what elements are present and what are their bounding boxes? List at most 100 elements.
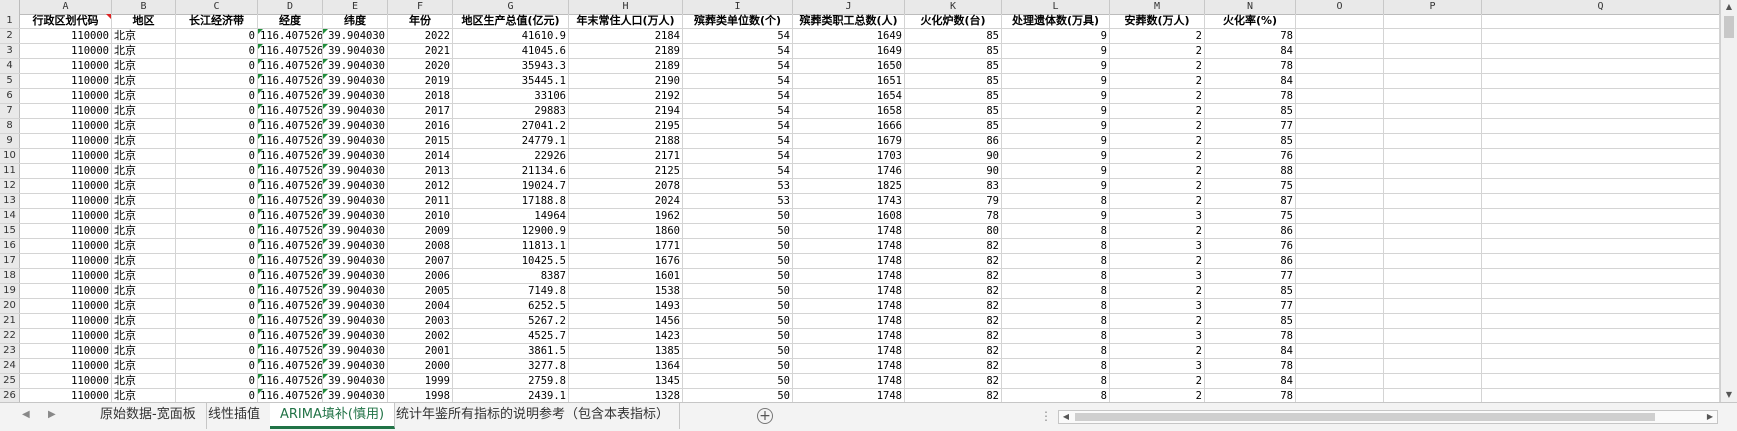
row-number[interactable]: 25 (0, 374, 20, 388)
data-cell[interactable]: 2194 (569, 104, 683, 118)
row-number[interactable]: 5 (0, 74, 20, 88)
data-cell[interactable]: 2171 (569, 149, 683, 163)
data-cell[interactable]: 85 (1205, 104, 1296, 118)
data-cell[interactable]: 110000 (20, 149, 112, 163)
empty-cell[interactable] (1482, 254, 1720, 268)
column-title-cell[interactable]: 殡葬类单位数(个) (683, 14, 793, 28)
data-cell[interactable]: 1999 (388, 374, 453, 388)
data-cell[interactable]: 北京 (112, 284, 176, 298)
column-title-cell[interactable]: 纬度 (323, 14, 388, 28)
data-cell[interactable]: 1666 (793, 119, 905, 133)
data-cell[interactable]: 82 (905, 314, 1002, 328)
data-cell[interactable]: 8 (1002, 389, 1110, 402)
data-cell[interactable]: 1860 (569, 224, 683, 238)
data-cell[interactable]: 2 (1110, 134, 1205, 148)
data-cell[interactable]: 85 (905, 74, 1002, 88)
data-cell[interactable]: 2 (1110, 314, 1205, 328)
empty-cell[interactable] (1482, 239, 1720, 253)
row-number[interactable]: 18 (0, 269, 20, 283)
column-header[interactable]: C (176, 0, 258, 14)
data-cell[interactable]: 41610.9 (453, 29, 569, 43)
data-cell[interactable]: 110000 (20, 164, 112, 178)
data-cell[interactable]: 50 (683, 224, 793, 238)
empty-cell[interactable] (1296, 314, 1384, 328)
data-cell[interactable]: 110000 (20, 104, 112, 118)
empty-cell[interactable] (1482, 389, 1720, 402)
chevron-left-icon[interactable]: ◀ (22, 409, 30, 420)
data-cell[interactable]: 1748 (793, 329, 905, 343)
data-cell[interactable]: 39.904030 (323, 359, 388, 373)
data-cell[interactable]: 110000 (20, 224, 112, 238)
data-cell[interactable]: 27041.2 (453, 119, 569, 133)
data-cell[interactable]: 50 (683, 254, 793, 268)
empty-cell[interactable] (1296, 389, 1384, 402)
data-cell[interactable]: 8 (1002, 284, 1110, 298)
data-cell[interactable]: 0 (176, 104, 258, 118)
data-cell[interactable]: 39.904030 (323, 239, 388, 253)
data-cell[interactable]: 39.904030 (323, 119, 388, 133)
data-cell[interactable]: 北京 (112, 59, 176, 73)
data-cell[interactable]: 2125 (569, 164, 683, 178)
column-title-cell[interactable]: 地区 (112, 14, 176, 28)
data-cell[interactable]: 0 (176, 299, 258, 313)
data-cell[interactable]: 17188.8 (453, 194, 569, 208)
data-cell[interactable]: 8 (1002, 239, 1110, 253)
data-cell[interactable]: 1825 (793, 179, 905, 193)
empty-cell[interactable] (1482, 359, 1720, 373)
data-cell[interactable]: 3277.8 (453, 359, 569, 373)
data-cell[interactable]: 2 (1110, 164, 1205, 178)
data-cell[interactable]: 78 (1205, 59, 1296, 73)
data-cell[interactable]: 116.407526 (258, 299, 323, 313)
data-cell[interactable]: 2013 (388, 164, 453, 178)
plus-circle-icon[interactable]: + (757, 408, 773, 424)
data-cell[interactable]: 2184 (569, 29, 683, 43)
data-cell[interactable]: 2 (1110, 44, 1205, 58)
data-cell[interactable]: 2012 (388, 179, 453, 193)
data-cell[interactable]: 北京 (112, 179, 176, 193)
empty-cell[interactable] (1482, 59, 1720, 73)
data-cell[interactable]: 82 (905, 254, 1002, 268)
vertical-scroll-thumb[interactable] (1724, 16, 1734, 38)
data-cell[interactable]: 24779.1 (453, 134, 569, 148)
data-cell[interactable]: 1748 (793, 254, 905, 268)
data-cell[interactable]: 8387 (453, 269, 569, 283)
data-cell[interactable]: 1748 (793, 284, 905, 298)
data-cell[interactable]: 0 (176, 209, 258, 223)
column-header[interactable]: I (683, 0, 793, 14)
empty-cell[interactable] (1482, 89, 1720, 103)
data-cell[interactable]: 90 (905, 164, 1002, 178)
data-cell[interactable]: 39.904030 (323, 389, 388, 402)
select-all-corner[interactable] (0, 0, 20, 14)
data-cell[interactable]: 110000 (20, 374, 112, 388)
empty-cell[interactable] (1384, 74, 1482, 88)
data-cell[interactable]: 79 (905, 194, 1002, 208)
data-cell[interactable]: 1771 (569, 239, 683, 253)
empty-cell[interactable] (1384, 14, 1482, 28)
data-cell[interactable]: 1746 (793, 164, 905, 178)
data-cell[interactable]: 9 (1002, 29, 1110, 43)
data-cell[interactable]: 8 (1002, 359, 1110, 373)
data-cell[interactable]: 39.904030 (323, 314, 388, 328)
vertical-scrollbar[interactable]: ▲ ▼ (1720, 0, 1737, 402)
data-cell[interactable]: 110000 (20, 134, 112, 148)
empty-cell[interactable] (1384, 299, 1482, 313)
data-cell[interactable]: 1743 (793, 194, 905, 208)
column-header[interactable]: J (793, 0, 905, 14)
data-cell[interactable]: 116.407526 (258, 239, 323, 253)
data-cell[interactable]: 2 (1110, 179, 1205, 193)
data-cell[interactable]: 2 (1110, 89, 1205, 103)
column-header[interactable]: H (569, 0, 683, 14)
data-cell[interactable]: 北京 (112, 374, 176, 388)
data-cell[interactable]: 2759.8 (453, 374, 569, 388)
data-cell[interactable]: 9 (1002, 104, 1110, 118)
empty-cell[interactable] (1296, 179, 1384, 193)
column-title-cell[interactable]: 火化率(%) (1205, 14, 1296, 28)
empty-cell[interactable] (1296, 224, 1384, 238)
data-cell[interactable]: 2188 (569, 134, 683, 148)
data-cell[interactable]: 53 (683, 179, 793, 193)
data-cell[interactable]: 110000 (20, 89, 112, 103)
data-cell[interactable]: 82 (905, 269, 1002, 283)
row-number[interactable]: 21 (0, 314, 20, 328)
empty-cell[interactable] (1384, 104, 1482, 118)
empty-cell[interactable] (1384, 389, 1482, 402)
